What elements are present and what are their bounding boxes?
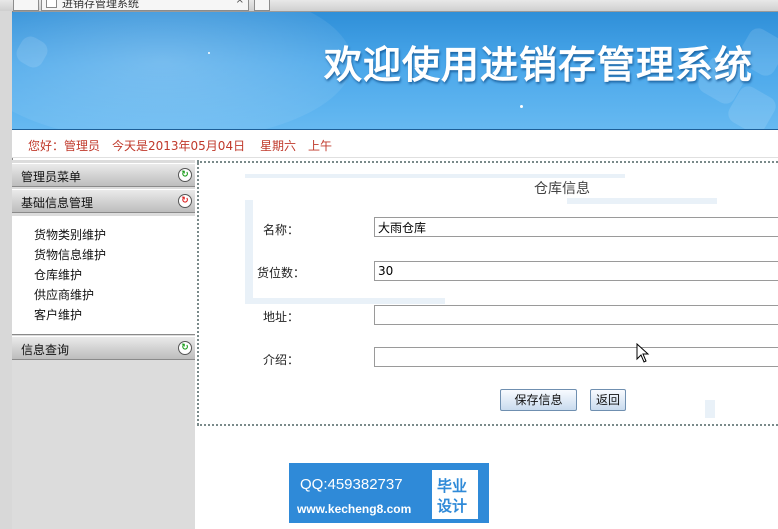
sidebar-item-goods-info[interactable]: 货物信息维护 (34, 246, 106, 263)
date-text: 今天是2013年05月04日 (112, 139, 246, 153)
sidebar-item-customer[interactable]: 客户维护 (34, 306, 82, 323)
sidebar: 管理员菜单 ↻ 基础信息管理 ↻ 货物类别维护 货物信息维护 仓库维护 供应商维… (12, 160, 195, 529)
greeting-text: 您好：管理员 (28, 139, 101, 153)
page-icon (46, 0, 57, 8)
qq-text: QQ:459382737 (300, 476, 403, 493)
weekday-text: 星期六 (260, 139, 297, 153)
website-text: www.kecheng8.com (297, 502, 412, 516)
promo-badge: QQ:459382737 www.kecheng8.com 毕业 设计 (289, 463, 489, 523)
back-button[interactable]: 返回 (590, 389, 626, 411)
name-field[interactable] (374, 217, 778, 237)
description-field[interactable] (374, 347, 778, 367)
slot-count-field[interactable] (374, 261, 778, 281)
mouse-pointer-icon (636, 343, 650, 363)
sidebar-item-warehouse[interactable]: 仓库维护 (34, 266, 82, 283)
sidebar-section-basic-info[interactable]: 基础信息管理 ↻ (12, 189, 195, 213)
promo-logo: 毕业 设计 (432, 470, 478, 519)
sidebar-section-admin-menu[interactable]: 管理员菜单 ↻ (12, 163, 195, 187)
close-icon[interactable]: × (236, 0, 244, 6)
collapse-toggle-icon[interactable]: ↻ (178, 194, 192, 208)
sidebar-section-label: 基础信息管理 (21, 196, 94, 210)
description-label: 介绍： (263, 353, 300, 367)
new-tab-button[interactable] (254, 0, 270, 11)
promo-logo-line2: 设计 (437, 497, 468, 515)
expand-toggle-icon[interactable]: ↻ (178, 168, 192, 182)
sidebar-section-label: 信息查询 (21, 343, 70, 357)
page-title: 欢迎使用进销存管理系统 (324, 43, 754, 87)
name-label: 名称： (263, 223, 300, 237)
sidebar-section-query[interactable]: 信息查询 ↻ (12, 336, 195, 360)
sidebar-submenu: 货物类别维护 货物信息维护 仓库维护 供应商维护 客户维护 (12, 216, 195, 335)
save-button[interactable]: 保存信息 (500, 389, 577, 411)
period-text: 上午 (308, 139, 333, 153)
sidebar-item-goods-category[interactable]: 货物类别维护 (34, 226, 106, 243)
promo-logo-line1: 毕业 (437, 477, 468, 495)
form-title: 仓库信息 (534, 181, 590, 197)
sidebar-item-supplier[interactable]: 供应商维护 (34, 286, 94, 303)
expand-toggle-icon[interactable]: ↻ (178, 341, 192, 355)
header-banner: 欢迎使用进销存管理系统 (12, 12, 778, 130)
browser-tab-strip: 进销存管理系统 × (0, 0, 778, 12)
divider (197, 424, 778, 426)
address-field[interactable] (374, 305, 778, 325)
slot-count-label: 货位数： (257, 266, 306, 280)
browser-tab-prev[interactable] (13, 0, 39, 11)
browser-tab-active[interactable]: 进销存管理系统 × (41, 0, 249, 11)
address-label: 地址： (263, 310, 300, 324)
sidebar-section-label: 管理员菜单 (21, 170, 82, 184)
status-bar: 您好：管理员 今天是2013年05月04日 星期六 上午 (12, 130, 778, 158)
browser-tab-title: 进销存管理系统 (62, 0, 139, 10)
